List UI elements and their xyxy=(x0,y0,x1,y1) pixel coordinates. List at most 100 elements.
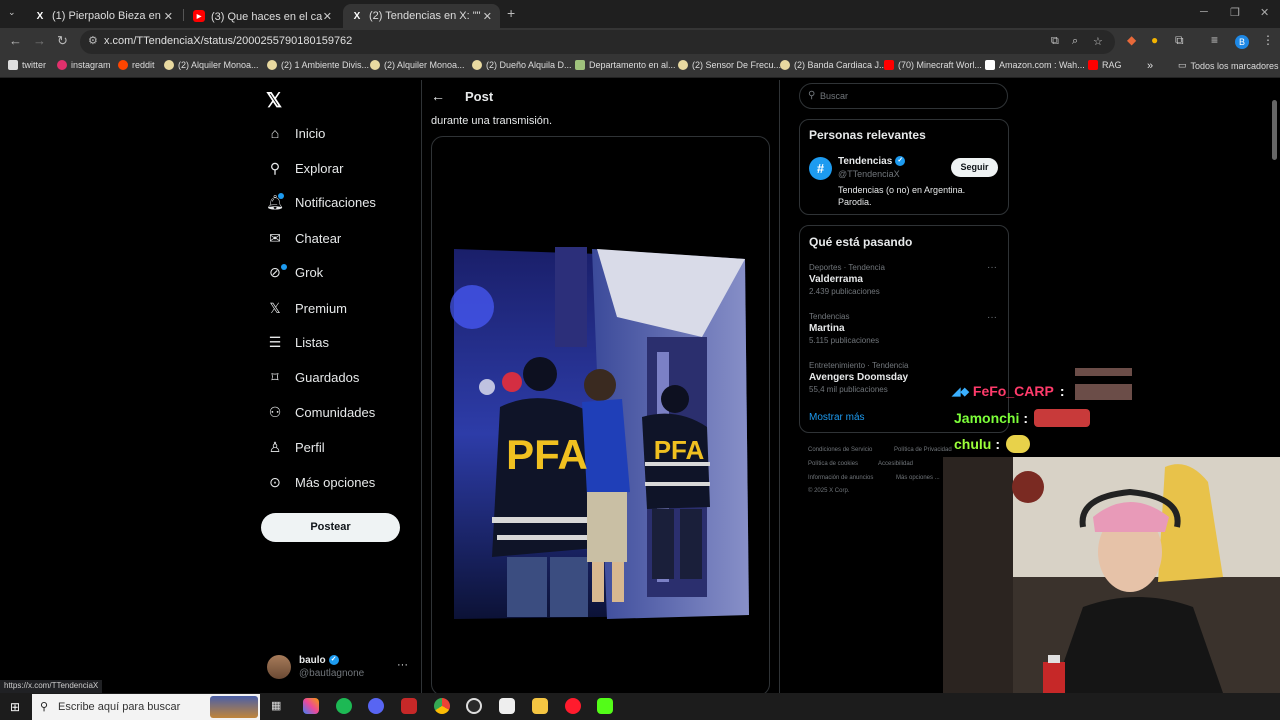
close-icon[interactable]: ✕ xyxy=(164,10,173,23)
zoom-icon[interactable]: ⌕ xyxy=(1072,35,1078,48)
extensions-puzzle-icon[interactable]: ⧉ xyxy=(1175,33,1184,48)
nav-item-guardados[interactable]: ⌑ Guardados xyxy=(266,366,359,388)
nav-item-mas-opciones[interactable]: ⊙ Más opciones xyxy=(266,471,375,493)
bookmark-item[interactable]: RAG xyxy=(1088,60,1122,70)
kick-icon[interactable] xyxy=(597,698,613,714)
address-bar[interactable]: ⚙ x.com/TTendenciaX/status/2000255790180… xyxy=(80,30,1115,54)
bookmark-label: instagram xyxy=(71,60,111,70)
profile-avatar[interactable]: B xyxy=(1235,35,1249,49)
extension-color-icon[interactable]: ● xyxy=(1151,33,1158,47)
follow-button[interactable]: Seguir xyxy=(951,158,998,177)
trend-item[interactable]: Tendencias Martina 5.115 publicaciones xyxy=(809,312,879,345)
nav-item-comunidades[interactable]: ⚇ Comunidades xyxy=(266,401,376,423)
chrome-icon[interactable] xyxy=(434,698,450,714)
trend-item[interactable]: Entretenimiento · Tendencia Avengers Doo… xyxy=(809,361,908,394)
footer-link[interactable]: Política de Privacidad xyxy=(894,447,952,453)
tab-list-icon[interactable]: ⌄ xyxy=(8,7,16,18)
all-bookmarks[interactable]: ▭ Todos los marcadores xyxy=(1178,60,1279,71)
x-logo-icon: X xyxy=(36,10,44,22)
tab-tendencias[interactable]: X (2) Tendencias en X: ""Nanoide ✕ xyxy=(343,4,500,28)
nav-item-explorar[interactable]: ⚲ Explorar xyxy=(266,157,344,179)
hashtag-avatar-icon[interactable]: # xyxy=(809,157,832,180)
scrollbar[interactable] xyxy=(1272,100,1277,160)
bookmark-item[interactable]: (2) Alquiler Monoa... xyxy=(370,60,465,70)
bookmark-item[interactable]: (2) Banda Cardiaca J... xyxy=(780,60,887,70)
bookmark-item[interactable]: Amazon.com : Wah... xyxy=(985,60,1085,70)
reload-icon[interactable]: ↻ xyxy=(57,33,68,49)
search-input[interactable]: ⚲ Buscar xyxy=(799,83,1008,109)
bookmark-item[interactable]: instagram xyxy=(57,60,111,70)
footer-link[interactable]: Accesibilidad xyxy=(878,461,913,467)
nav-item-perfil[interactable]: ♙ Perfil xyxy=(266,436,325,458)
spotify-icon[interactable] xyxy=(336,698,352,714)
bookmark-label: (2) Banda Cardiaca J... xyxy=(794,60,887,70)
bookmark-label: (2) 1 Ambiente Divis... xyxy=(281,60,370,70)
nav-item-grok[interactable]: ⊘ Grok xyxy=(266,261,323,283)
bookmark-item[interactable]: (2) Dueño Alquila D... xyxy=(472,60,572,70)
menu-dots-icon[interactable]: ⋮ xyxy=(1262,33,1274,47)
nav-item-chatear[interactable]: ✉ Chatear xyxy=(266,227,341,249)
bookmark-item[interactable]: Departamento en al... xyxy=(575,60,676,70)
show-more-link[interactable]: Mostrar más xyxy=(809,412,865,423)
account-more-icon[interactable]: ··· xyxy=(397,659,408,671)
nav-item-listas[interactable]: ☰ Listas xyxy=(266,331,329,353)
install-icon[interactable]: ⧉ xyxy=(1051,35,1059,48)
chat-redacted-bar xyxy=(1075,384,1132,400)
opera-icon[interactable] xyxy=(565,698,581,714)
close-icon[interactable]: ✕ xyxy=(483,10,492,23)
nav-item-premium[interactable]: 𝕏 Premium xyxy=(266,297,347,319)
media-app-icon[interactable] xyxy=(401,698,417,714)
bookmark-item[interactable]: (2) 1 Ambiente Divis... xyxy=(267,60,369,70)
forward-arrow-icon[interactable]: → xyxy=(33,33,46,48)
tab-pierpaolo[interactable]: X (1) Pierpaolo Bieza en X: "Soy u ✕ xyxy=(26,4,181,28)
trend-item[interactable]: Deportes · Tendencia Valderrama 2.439 pu… xyxy=(809,263,885,296)
back-arrow-icon[interactable]: ← xyxy=(431,88,445,104)
people-icon: ⚇ xyxy=(268,403,282,420)
post-button[interactable]: Postear xyxy=(261,513,400,542)
search-icon: ⚲ xyxy=(40,701,49,713)
media-control-icon[interactable]: ≡ xyxy=(1211,33,1218,47)
nav-item-inicio[interactable]: ⌂ Inicio xyxy=(266,122,326,144)
bookmarks-overflow-icon[interactable]: » xyxy=(1147,60,1153,72)
windows-start-icon[interactable]: ⊞ xyxy=(10,700,20,714)
footer-link[interactable]: Condiciones de Servicio xyxy=(808,447,872,453)
trend-more-icon[interactable]: ··· xyxy=(987,262,997,273)
x-logo-icon[interactable]: 𝕏 xyxy=(266,88,282,113)
bookmark-item[interactable]: twitter xyxy=(8,60,46,70)
account-name[interactable]: baulo ✓ xyxy=(299,655,339,666)
close-icon[interactable]: ✕ xyxy=(323,10,332,23)
bookmark-item[interactable]: reddit xyxy=(118,60,155,70)
account-name[interactable]: Tendencias ✓ xyxy=(838,156,906,167)
game-app-icon[interactable] xyxy=(499,698,515,714)
obs-icon[interactable] xyxy=(466,698,482,714)
bookmark-item[interactable]: (2) Alquiler Monoa... xyxy=(164,60,259,70)
back-arrow-icon[interactable]: ← xyxy=(9,33,22,48)
task-view-icon[interactable]: ▦ xyxy=(271,699,281,712)
folder-icon: ▭ xyxy=(1178,60,1187,70)
restore-icon[interactable]: ❐ xyxy=(1230,6,1240,19)
webcam-overlay xyxy=(943,457,1280,693)
page-title: Post xyxy=(465,89,494,104)
footer-link[interactable]: Política de cookies xyxy=(808,461,858,467)
footer-link[interactable]: Información de anuncios xyxy=(808,475,873,481)
trend-more-icon[interactable]: ··· xyxy=(987,312,997,323)
tab-youtube[interactable]: ▶ (3) Que haces en el campo? 😉 ✕ xyxy=(185,4,340,28)
star-icon[interactable]: ☆ xyxy=(1093,35,1103,48)
file-explorer-icon[interactable] xyxy=(532,698,548,714)
avatar[interactable] xyxy=(267,655,291,679)
bookmark-item[interactable]: (2) Sensor De Frecu... xyxy=(678,60,781,70)
discord-icon[interactable] xyxy=(368,698,384,714)
minimize-icon[interactable]: ─ xyxy=(1200,6,1208,18)
footer-link[interactable]: Más opciones ... xyxy=(896,475,940,481)
close-window-icon[interactable]: ✕ xyxy=(1260,6,1269,19)
post-media[interactable]: PFA PFA xyxy=(431,136,770,696)
taskbar-search-input[interactable]: ⚲ Escribe aquí para buscar xyxy=(32,694,260,720)
copilot-icon[interactable] xyxy=(303,698,319,714)
list-icon: ☰ xyxy=(268,333,282,350)
bookmarks-bar: twitter instagram reddit (2) Alquiler Mo… xyxy=(0,56,1280,78)
new-tab-button[interactable]: + xyxy=(507,5,515,21)
bookmark-item[interactable]: (70) Minecraft Worl... xyxy=(884,60,982,70)
extension-fox-icon[interactable]: ◆ xyxy=(1127,33,1136,47)
site-info-icon[interactable]: ⚙ xyxy=(88,34,98,47)
trend-category: Deportes · Tendencia xyxy=(809,263,885,272)
